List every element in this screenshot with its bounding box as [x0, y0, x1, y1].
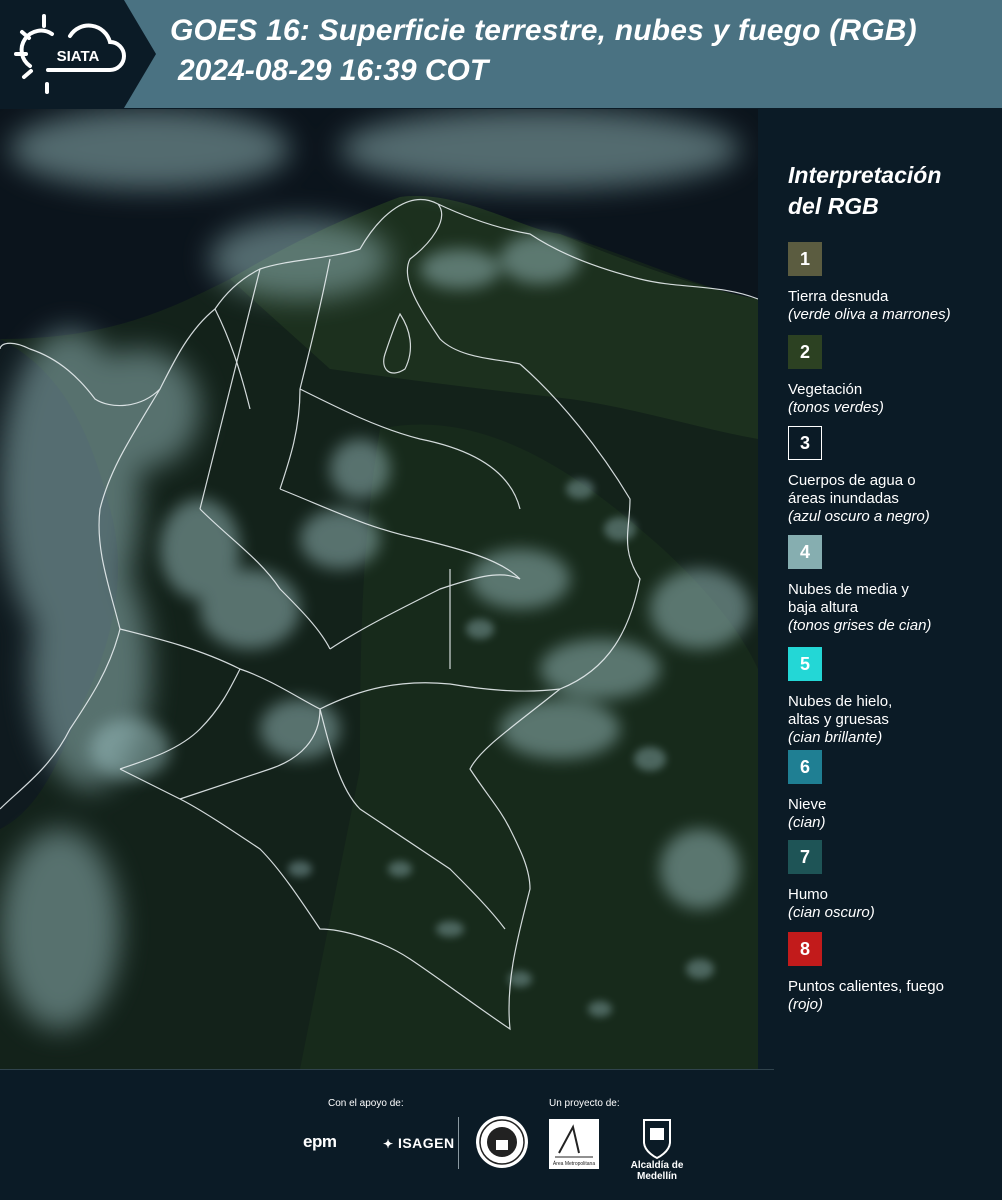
- legend-item-8: 8 Puntos calientes, fuego (rojo): [788, 932, 998, 1014]
- legend-label-line: Puntos calientes, fuego: [788, 978, 944, 995]
- header-bar: SIATA GOES 16: Superficie terrestre, nub…: [0, 0, 1002, 108]
- legend-label-note: (cian brillante): [788, 729, 883, 746]
- page-timestamp: 2024-08-29 16:39 COT: [178, 54, 489, 87]
- legend-item-3: 3 Cuerpos de agua o áreas inundadas (azul o…: [788, 426, 998, 526]
- legend-label-5: Nubes de hielo, altas y gruesas (cian bril…: [788, 693, 998, 747]
- legend-swatch-7: 7: [788, 840, 822, 874]
- legend-swatch-6: 6: [788, 750, 822, 784]
- legend-label-note: (rojo): [788, 996, 824, 1013]
- medellin-logo-text: Alcaldía de Medellín: [630, 1160, 684, 1182]
- legend-item-4: 4 Nubes de media y baja altura (tonos grise…: [788, 535, 998, 635]
- legend-item-6: 6 Nieve (cian): [788, 750, 998, 832]
- municipal-seal-logo: [476, 1116, 528, 1168]
- isagen-icon: ✦: [383, 1137, 394, 1151]
- isagen-logo: ✦ ISAGEN: [383, 1135, 455, 1151]
- legend-label-2: Vegetación (tonos verdes): [788, 381, 998, 417]
- support-label: Con el apoyo de:: [328, 1098, 404, 1109]
- map-image: [0, 109, 758, 1069]
- project-label: Un proyecto de:: [549, 1098, 620, 1109]
- legend-label-line: altas y gruesas: [788, 711, 889, 728]
- siata-logo: SIATA: [0, 0, 156, 108]
- legend-label-3: Cuerpos de agua o áreas inundadas (azul os…: [788, 472, 998, 526]
- legend-label-note: (verde oliva a marrones): [788, 306, 951, 323]
- page-title: GOES 16: Superficie terrestre, nubes y f…: [170, 14, 917, 47]
- legend-label-1: Tierra desnuda (verde oliva a marrones): [788, 288, 998, 324]
- legend-label-note: (azul oscuro a negro): [788, 508, 930, 525]
- legend-swatch-8: 8: [788, 932, 822, 966]
- legend-swatch-4: 4: [788, 535, 822, 569]
- satellite-map[interactable]: [0, 109, 758, 1069]
- legend-label-line: Tierra desnuda: [788, 288, 889, 305]
- legend-label-note: (cian): [788, 814, 826, 831]
- legend-label-line: Nieve: [788, 796, 827, 813]
- isagen-logo-text: ISAGEN: [397, 1135, 455, 1151]
- legend-title: Interpretación del RGB: [788, 160, 994, 222]
- legend-label-7: Humo (cian oscuro): [788, 886, 998, 922]
- legend-label-line: áreas inundadas: [788, 490, 899, 507]
- legend-swatch-2: 2: [788, 335, 822, 369]
- legend-item-2: 2 Vegetación (tonos verdes): [788, 335, 998, 417]
- footer-divider: [0, 1069, 774, 1070]
- legend-label-line: baja altura: [788, 599, 859, 616]
- legend-label-note: (tonos grises de cian): [788, 617, 932, 634]
- legend-label-line: Cuerpos de agua o: [788, 472, 916, 489]
- legend-title-line1: Interpretación: [788, 162, 942, 188]
- medellin-shield-icon: [643, 1119, 671, 1160]
- legend-label-8: Puntos calientes, fuego (rojo): [788, 978, 998, 1014]
- alcaldia-medellin-logo: Alcaldía de Medellín: [612, 1118, 702, 1182]
- legend-label-4: Nubes de media y baja altura (tonos grises…: [788, 581, 998, 635]
- footer-separator: [458, 1117, 459, 1169]
- legend-label-line: Vegetación: [788, 381, 863, 398]
- legend-label-note: (tonos verdes): [788, 399, 884, 416]
- legend-label-6: Nieve (cian): [788, 796, 998, 832]
- legend-item-7: 7 Humo (cian oscuro): [788, 840, 998, 922]
- legend-item-1: 1 Tierra desnuda (verde oliva a marrones): [788, 242, 998, 324]
- legend-label-line: Nubes de media y: [788, 581, 909, 598]
- epm-logo: epm: [303, 1132, 337, 1151]
- amva-logo-text: Área Metropolitana: [553, 1160, 595, 1167]
- legend-swatch-1: 1: [788, 242, 822, 276]
- legend-label-note: (cian oscuro): [788, 904, 875, 921]
- legend-label-line: Nubes de hielo,: [788, 693, 893, 710]
- legend-swatch-3: 3: [788, 426, 822, 460]
- rgb-legend: Interpretación del RGB 1 Tierra desnuda (v…: [774, 160, 994, 1013]
- legend-swatch-5: 5: [788, 647, 822, 681]
- legend-item-5: 5 Nubes de hielo, altas y gruesas (cian bri…: [788, 647, 998, 747]
- legend-label-line: Humo: [788, 886, 829, 903]
- siata-logo-text: SIATA: [57, 48, 100, 65]
- area-metropolitana-logo: Área Metropolitana: [549, 1119, 599, 1169]
- legend-title-line2: del RGB: [788, 193, 879, 219]
